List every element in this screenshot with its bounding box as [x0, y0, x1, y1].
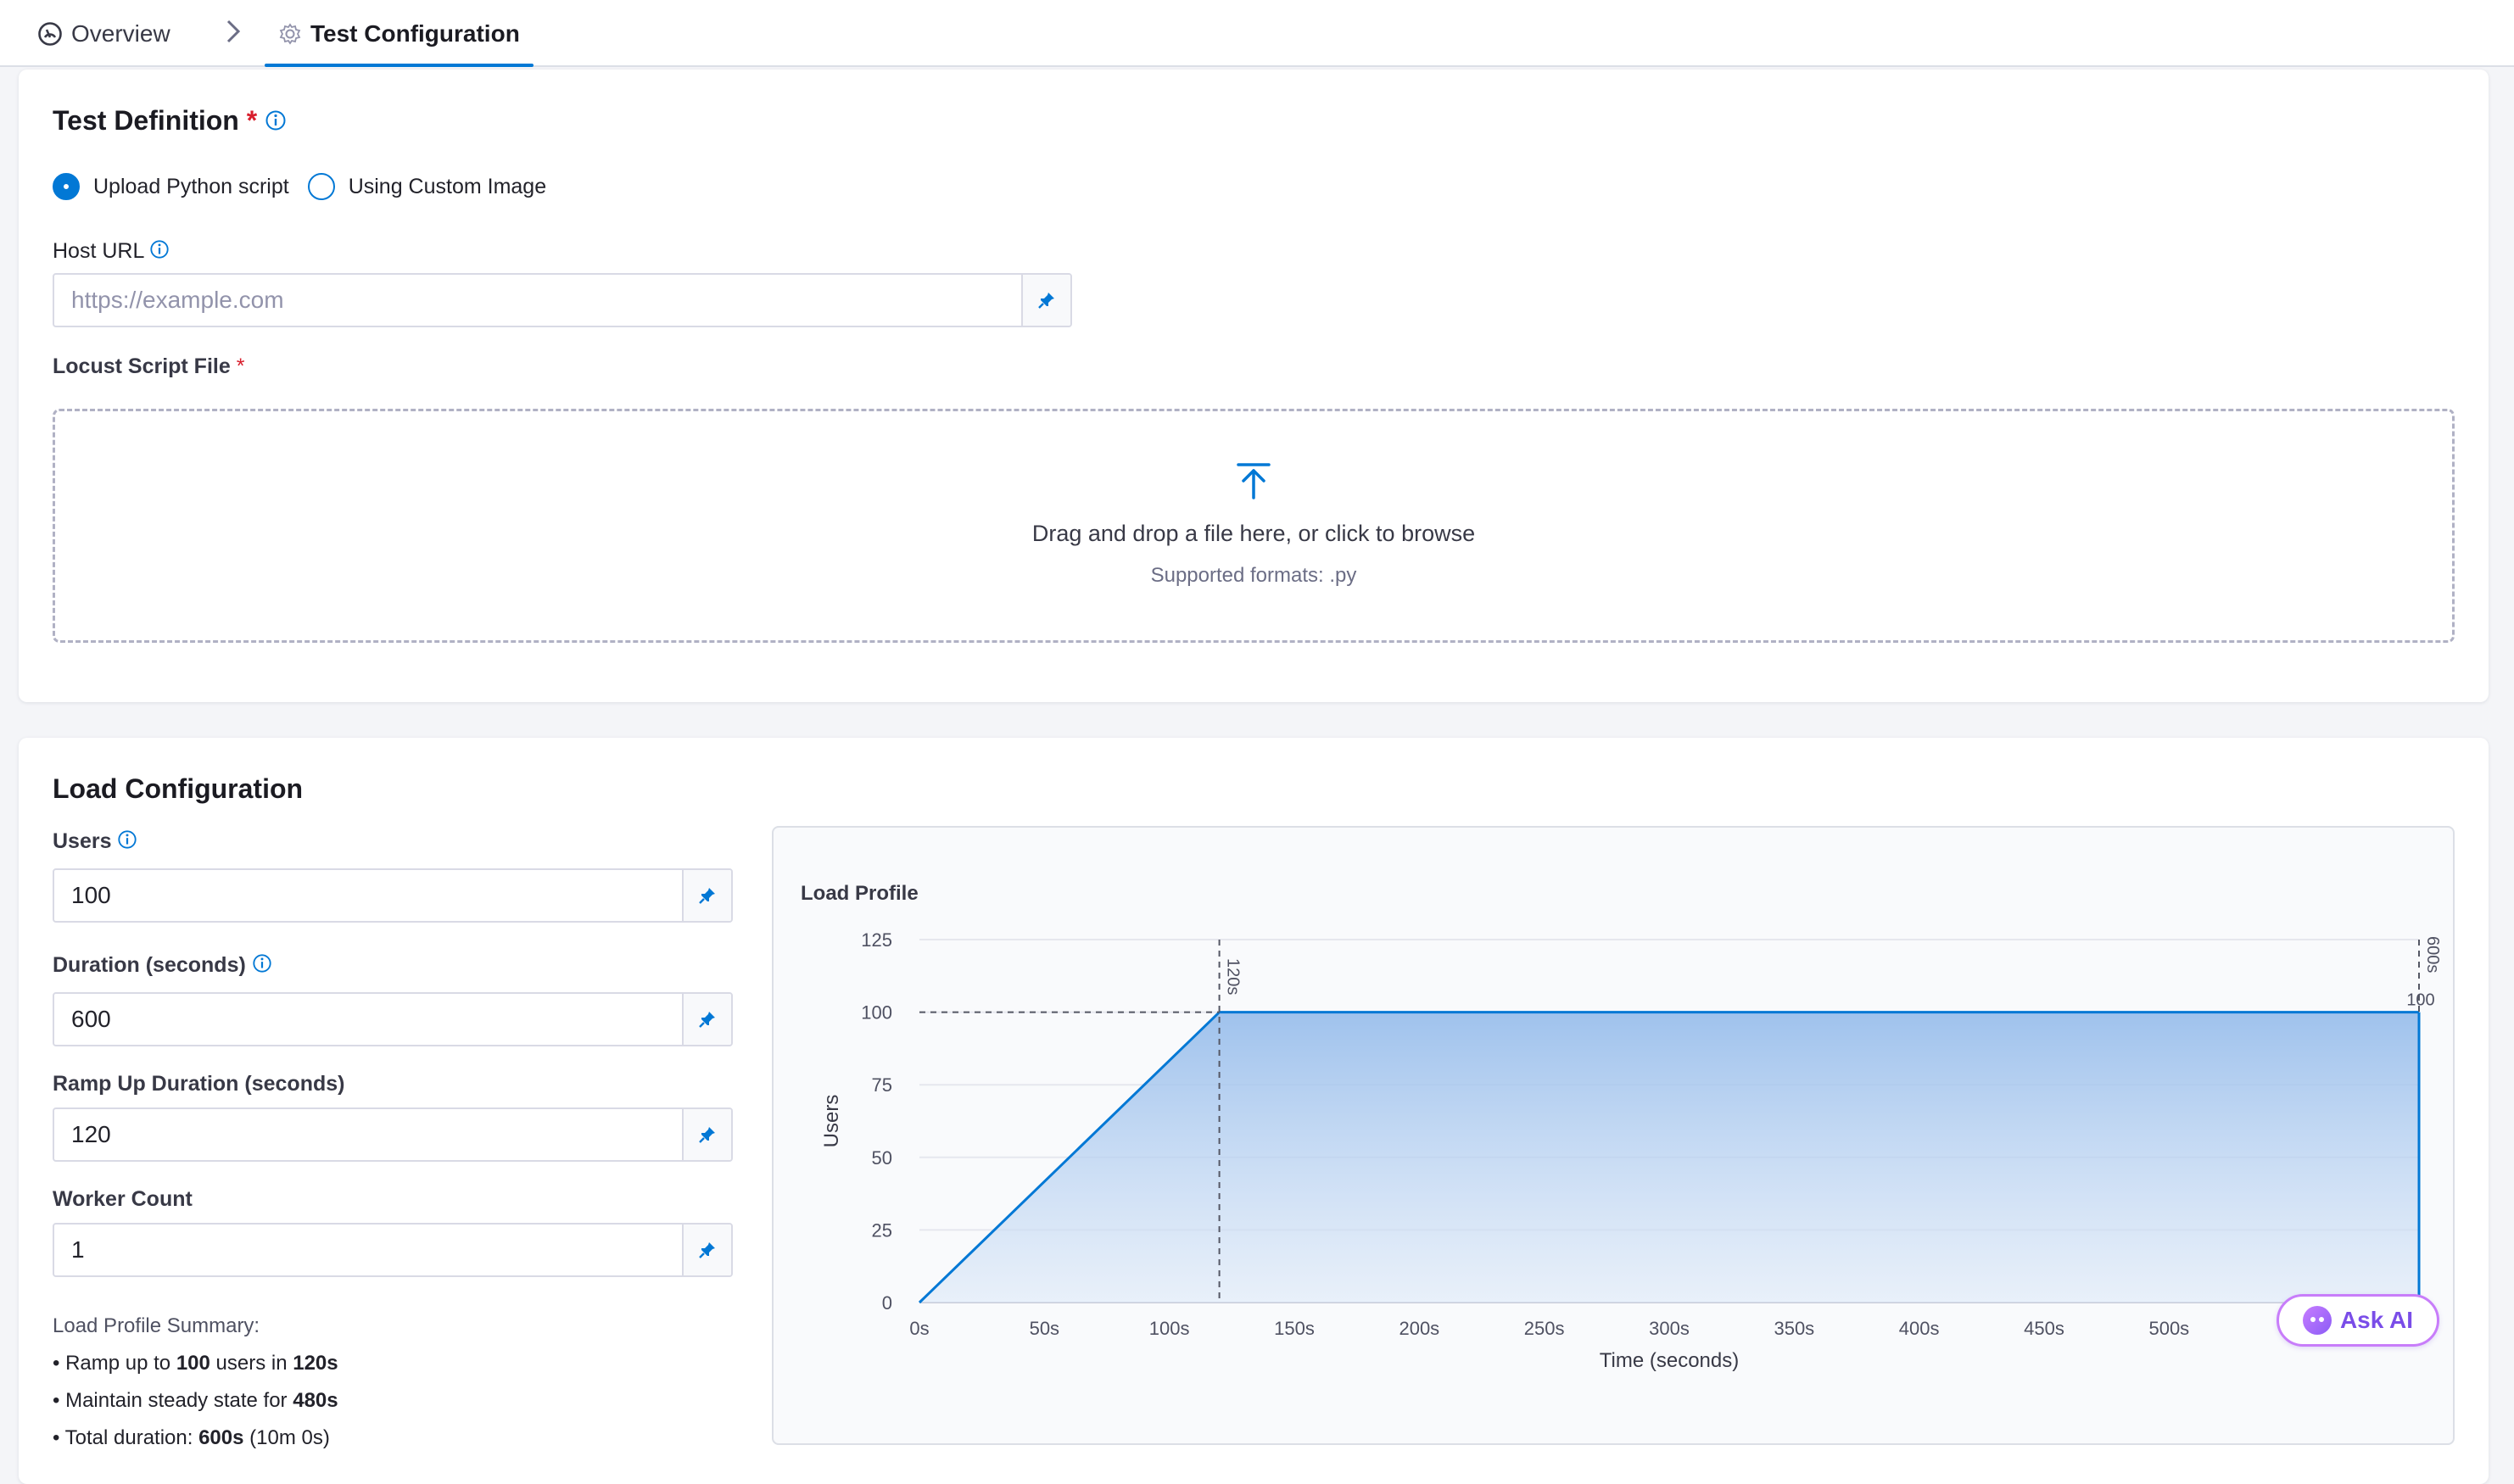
- info-icon[interactable]: [265, 107, 287, 138]
- top-tab-bar: Overview Test Configuration: [0, 0, 2514, 67]
- pin-button[interactable]: [682, 994, 731, 1045]
- upload-python-script-label[interactable]: Upload Python script: [93, 175, 289, 199]
- upload-python-script-radio[interactable]: [53, 173, 80, 200]
- host-url-input[interactable]: [54, 275, 1021, 326]
- test-definition-card: Test Definition * Upload Python script U…: [19, 70, 2489, 702]
- ramp-up-duration-label: Ramp Up Duration (seconds): [53, 1072, 345, 1096]
- load-profile-area: [919, 1012, 2419, 1303]
- host-url-label-text: Host URL: [53, 239, 144, 264]
- locust-script-file-label-text: Locust Script File: [53, 354, 231, 378]
- host-url-label: Host URL: [53, 239, 170, 265]
- x-tick-label: 350s: [1774, 1318, 1814, 1339]
- x-tick-label: 50s: [1030, 1318, 1059, 1339]
- using-custom-image-radio[interactable]: [307, 173, 335, 200]
- x-tick-label: 300s: [1649, 1318, 1690, 1339]
- pin-icon: [699, 1127, 715, 1143]
- x-tick-label: 450s: [2024, 1318, 2064, 1339]
- load-profile-summary: Load Profile Summary: • Ramp up to 100 u…: [53, 1308, 338, 1457]
- ask-ai-button[interactable]: Ask AI: [2277, 1294, 2439, 1347]
- worker-count-label: Worker Count: [53, 1187, 193, 1211]
- x-tick-label: 200s: [1399, 1318, 1439, 1339]
- end-users-annotation: 100: [2406, 991, 2434, 1010]
- test-type-radio-group: Upload Python script Using Custom Image: [53, 173, 546, 200]
- x-tick-label: 0s: [909, 1318, 929, 1339]
- summary-ramp-line: • Ramp up to 100 users in 120s: [53, 1352, 338, 1375]
- file-dropzone[interactable]: Drag and drop a file here, or click to b…: [53, 409, 2455, 643]
- y-tick-label: 0: [882, 1292, 892, 1314]
- x-tick-label: 400s: [1899, 1318, 1940, 1339]
- summary-total-line: • Total duration: 600s (10m 0s): [53, 1426, 330, 1449]
- total-duration-annotation: 600s: [2423, 936, 2442, 973]
- locust-script-file-label: Locust Script File *: [53, 354, 244, 379]
- x-tick-label: 100s: [1149, 1318, 1190, 1339]
- users-label-text: Users: [53, 829, 112, 854]
- active-tab-indicator: [265, 64, 534, 67]
- gear-icon: [278, 22, 302, 46]
- pin-icon: [699, 1242, 715, 1258]
- summary-steady-line: • Maintain steady state for 480s: [53, 1389, 338, 1412]
- duration-label-text: Duration (seconds): [53, 953, 246, 978]
- ramp-up-duration-input[interactable]: [54, 1109, 682, 1160]
- users-field: [53, 868, 733, 923]
- y-tick-label: 125: [861, 929, 892, 951]
- supported-formats-text: Supported formats: .py: [1150, 564, 1357, 587]
- summary-heading: Load Profile Summary:: [53, 1314, 260, 1337]
- ai-bot-icon: [2302, 1306, 2332, 1335]
- load-configuration-card: Load Configuration Users Duration (secon…: [19, 738, 2489, 1484]
- breadcrumb-chevron-icon: [222, 17, 244, 50]
- load-profile-chart: Load Profile 0 25 50 75 100 125 0s 50s 100s 150s 2…: [772, 826, 2455, 1445]
- tab-overview-label: Overview: [71, 20, 170, 47]
- users-label: Users: [53, 829, 137, 856]
- duration-field: [53, 992, 733, 1046]
- x-tick-label: 500s: [2148, 1318, 2189, 1339]
- load-configuration-title: Load Configuration: [53, 773, 304, 804]
- y-tick-label: 100: [861, 1002, 892, 1024]
- pin-button[interactable]: [682, 1225, 731, 1275]
- host-url-field: [53, 273, 1072, 327]
- y-tick-label: 50: [872, 1147, 892, 1169]
- pin-button[interactable]: [682, 1109, 731, 1160]
- users-input[interactable]: [54, 870, 682, 921]
- tab-test-configuration[interactable]: Test Configuration: [265, 0, 534, 67]
- pin-icon: [699, 1012, 715, 1028]
- upload-icon: [1233, 460, 1274, 505]
- dropzone-text: Drag and drop a file here, or click to b…: [1031, 521, 1476, 546]
- ramp-up-duration-field: [53, 1107, 733, 1162]
- required-mark: *: [246, 105, 258, 136]
- tab-test-configuration-label: Test Configuration: [310, 20, 520, 47]
- pin-icon: [1038, 293, 1054, 309]
- ask-ai-label: Ask AI: [2339, 1307, 2414, 1333]
- info-icon[interactable]: [117, 829, 137, 856]
- pin-button[interactable]: [682, 870, 731, 921]
- pin-icon: [699, 888, 715, 904]
- y-tick-label: 25: [872, 1219, 892, 1241]
- x-tick-label: 250s: [1524, 1318, 1565, 1339]
- pin-button[interactable]: [1021, 275, 1070, 326]
- load-profile-chart-svg: 0 25 50 75 100 125 0s 50s 100s 150s 200s 250s 300s 35…: [820, 929, 2442, 1372]
- x-tick-label: 150s: [1274, 1318, 1315, 1339]
- tab-overview[interactable]: Overview: [37, 0, 170, 67]
- using-custom-image-label[interactable]: Using Custom Image: [349, 175, 546, 199]
- dashboard-icon: [37, 21, 63, 47]
- worker-count-field: [53, 1223, 733, 1277]
- required-mark: *: [236, 354, 245, 378]
- ramp-end-annotation: 120s: [1224, 958, 1243, 995]
- test-definition-title: Test Definition *: [53, 105, 287, 138]
- duration-label: Duration (seconds): [53, 953, 272, 979]
- x-axis-title: Time (seconds): [1600, 1349, 1739, 1372]
- worker-count-input[interactable]: [54, 1225, 682, 1275]
- y-axis-title: Users: [820, 1095, 843, 1148]
- info-icon[interactable]: [252, 953, 272, 979]
- info-icon[interactable]: [149, 239, 170, 265]
- duration-input[interactable]: [54, 994, 682, 1045]
- y-tick-label: 75: [872, 1074, 892, 1096]
- test-definition-title-text: Test Definition: [53, 105, 239, 136]
